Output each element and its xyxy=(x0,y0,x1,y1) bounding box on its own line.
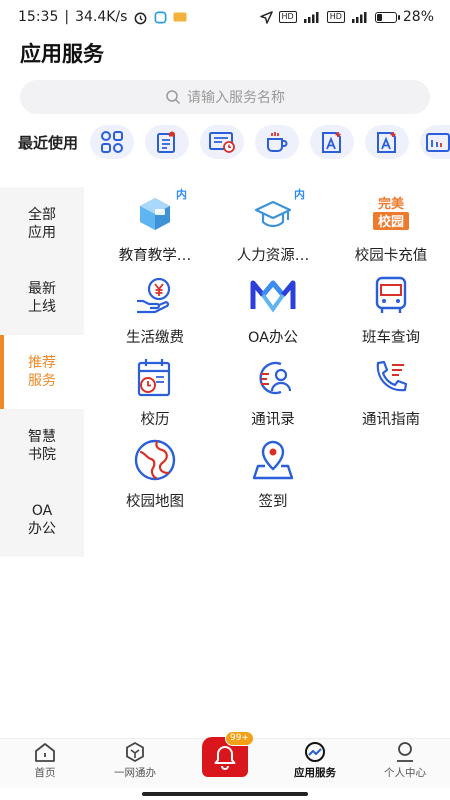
check-in-location-icon xyxy=(249,436,297,484)
app-label: 教育教学… xyxy=(118,248,192,264)
logo-text-bottom: 校园 xyxy=(378,214,404,230)
recent-section: 最近使用 xyxy=(0,124,450,160)
sidebar-item-all-apps[interactable]: 全部 应用 xyxy=(0,187,84,261)
alarm-icon xyxy=(133,10,148,25)
recent-font-add-icon[interactable] xyxy=(310,125,354,159)
home-icon xyxy=(34,741,56,763)
nav-one-network-label: 一网通办 xyxy=(114,767,156,779)
app-label: 通讯录 xyxy=(251,412,295,428)
app-label: 签到 xyxy=(258,494,288,510)
app-label: 通讯指南 xyxy=(362,412,420,428)
chart-circle-icon xyxy=(304,741,326,763)
bottom-navigation: 首页 一网通办 99+ 应用服务 个人中心 xyxy=(0,731,450,788)
app-campus-map[interactable]: 校园地图 xyxy=(96,436,214,518)
app-notification-icon xyxy=(154,11,167,24)
recent-font-add-icon-2[interactable] xyxy=(365,125,409,159)
sidebar-item-oa[interactable]: OA 办公 xyxy=(0,483,84,557)
internal-badge: 内 xyxy=(176,188,187,201)
recent-label: 最近使用 xyxy=(18,133,79,152)
app-label: OA办公 xyxy=(247,330,299,346)
notification-bell-button[interactable]: 99+ xyxy=(202,731,254,777)
campus-map-icon xyxy=(131,436,179,484)
app-label: 人力资源… xyxy=(236,248,310,264)
signal-4g-icon-2 xyxy=(351,11,369,23)
school-calendar-icon xyxy=(131,354,179,402)
sidebar-item-smart-academy[interactable]: 智慧 书院 xyxy=(0,409,84,483)
person-icon xyxy=(394,741,416,763)
recent-apps-grid-icon[interactable] xyxy=(90,125,134,159)
nav-one-network[interactable]: 一网通办 xyxy=(90,739,180,788)
status-speed: 34.4K/s xyxy=(75,9,128,25)
location-arrow-icon xyxy=(259,10,273,24)
app-contacts[interactable]: 通讯录 xyxy=(214,354,332,436)
app-check-in[interactable]: 签到 xyxy=(214,436,332,518)
box-icon xyxy=(124,741,146,763)
search-icon xyxy=(166,90,181,105)
app-label: 校园地图 xyxy=(126,494,184,510)
nav-app-services-label: 应用服务 xyxy=(294,767,336,779)
app-label: 生活缴费 xyxy=(126,330,184,346)
graduation-cap-icon: 内 xyxy=(249,188,305,238)
oa-logo-icon xyxy=(249,272,297,320)
app-phone-guide[interactable]: 通讯指南 xyxy=(332,354,450,436)
contacts-icon xyxy=(249,354,297,402)
search-input[interactable]: 请输入服务名称 xyxy=(20,80,430,114)
bus-icon xyxy=(367,272,415,320)
status-bar: 15:35 | 34.4K/s HD HD 28% xyxy=(0,0,450,34)
app-education-teaching[interactable]: 内 教育教学… xyxy=(96,188,214,272)
internal-badge: 内 xyxy=(294,188,305,201)
bell-icon xyxy=(214,746,236,770)
recent-notice-doc-icon[interactable] xyxy=(145,125,189,159)
recent-bus-card-icon[interactable] xyxy=(420,125,450,159)
yuan-hand-icon xyxy=(131,272,179,320)
cube-icon: 内 xyxy=(131,188,187,238)
nav-home-label: 首页 xyxy=(34,767,56,779)
hd-badge-2: HD xyxy=(326,11,345,23)
app-oa-office[interactable]: OA办公 xyxy=(214,272,332,354)
app-human-resources[interactable]: 内 人力资源… xyxy=(214,188,332,272)
page-title: 应用服务 xyxy=(20,42,104,66)
category-sidebar: 全部 应用 最新 上线 推荐 服务 智慧 书院 OA 办公 xyxy=(0,187,84,557)
app-label: 校园卡充值 xyxy=(354,248,428,264)
recent-coffee-cup-icon[interactable] xyxy=(255,125,299,159)
battery-icon xyxy=(374,11,400,23)
status-time: 15:35 xyxy=(18,9,59,25)
perfect-campus-logo-icon: 完美 校园 xyxy=(367,190,415,238)
logo-text-top: 完美 xyxy=(378,196,405,212)
app-school-calendar[interactable]: 校历 xyxy=(96,354,214,436)
notification-badge-icon xyxy=(173,12,187,22)
app-shuttle-bus[interactable]: 班车查询 xyxy=(332,272,450,354)
nav-personal-center-label: 个人中心 xyxy=(384,767,426,779)
nav-notifications[interactable]: 99+ xyxy=(180,731,270,788)
phone-guide-icon xyxy=(367,354,415,402)
app-label: 班车查询 xyxy=(362,330,420,346)
signal-4g-icon xyxy=(303,11,321,23)
nav-personal-center[interactable]: 个人中心 xyxy=(360,739,450,788)
search-placeholder: 请输入服务名称 xyxy=(187,90,285,106)
sidebar-item-new[interactable]: 最新 上线 xyxy=(0,261,84,335)
app-label: 校历 xyxy=(140,412,170,428)
hd-badge: HD xyxy=(278,11,297,23)
nav-app-services[interactable]: 应用服务 xyxy=(270,739,360,788)
app-grid: 内 教育教学… 内 人力资源… 完美 校园 校园卡充值 生活缴费 OA办公 班车… xyxy=(96,188,450,518)
recent-calendar-card-icon[interactable] xyxy=(200,125,244,159)
notification-count-badge: 99+ xyxy=(225,731,254,746)
nav-home[interactable]: 首页 xyxy=(0,739,90,788)
app-life-payment[interactable]: 生活缴费 xyxy=(96,272,214,354)
app-campus-card-recharge[interactable]: 完美 校园 校园卡充值 xyxy=(332,190,450,272)
status-divider: | xyxy=(64,9,70,25)
battery-percent: 28% xyxy=(402,9,434,25)
sidebar-item-recommended[interactable]: 推荐 服务 xyxy=(0,335,84,409)
home-indicator[interactable] xyxy=(142,792,308,796)
